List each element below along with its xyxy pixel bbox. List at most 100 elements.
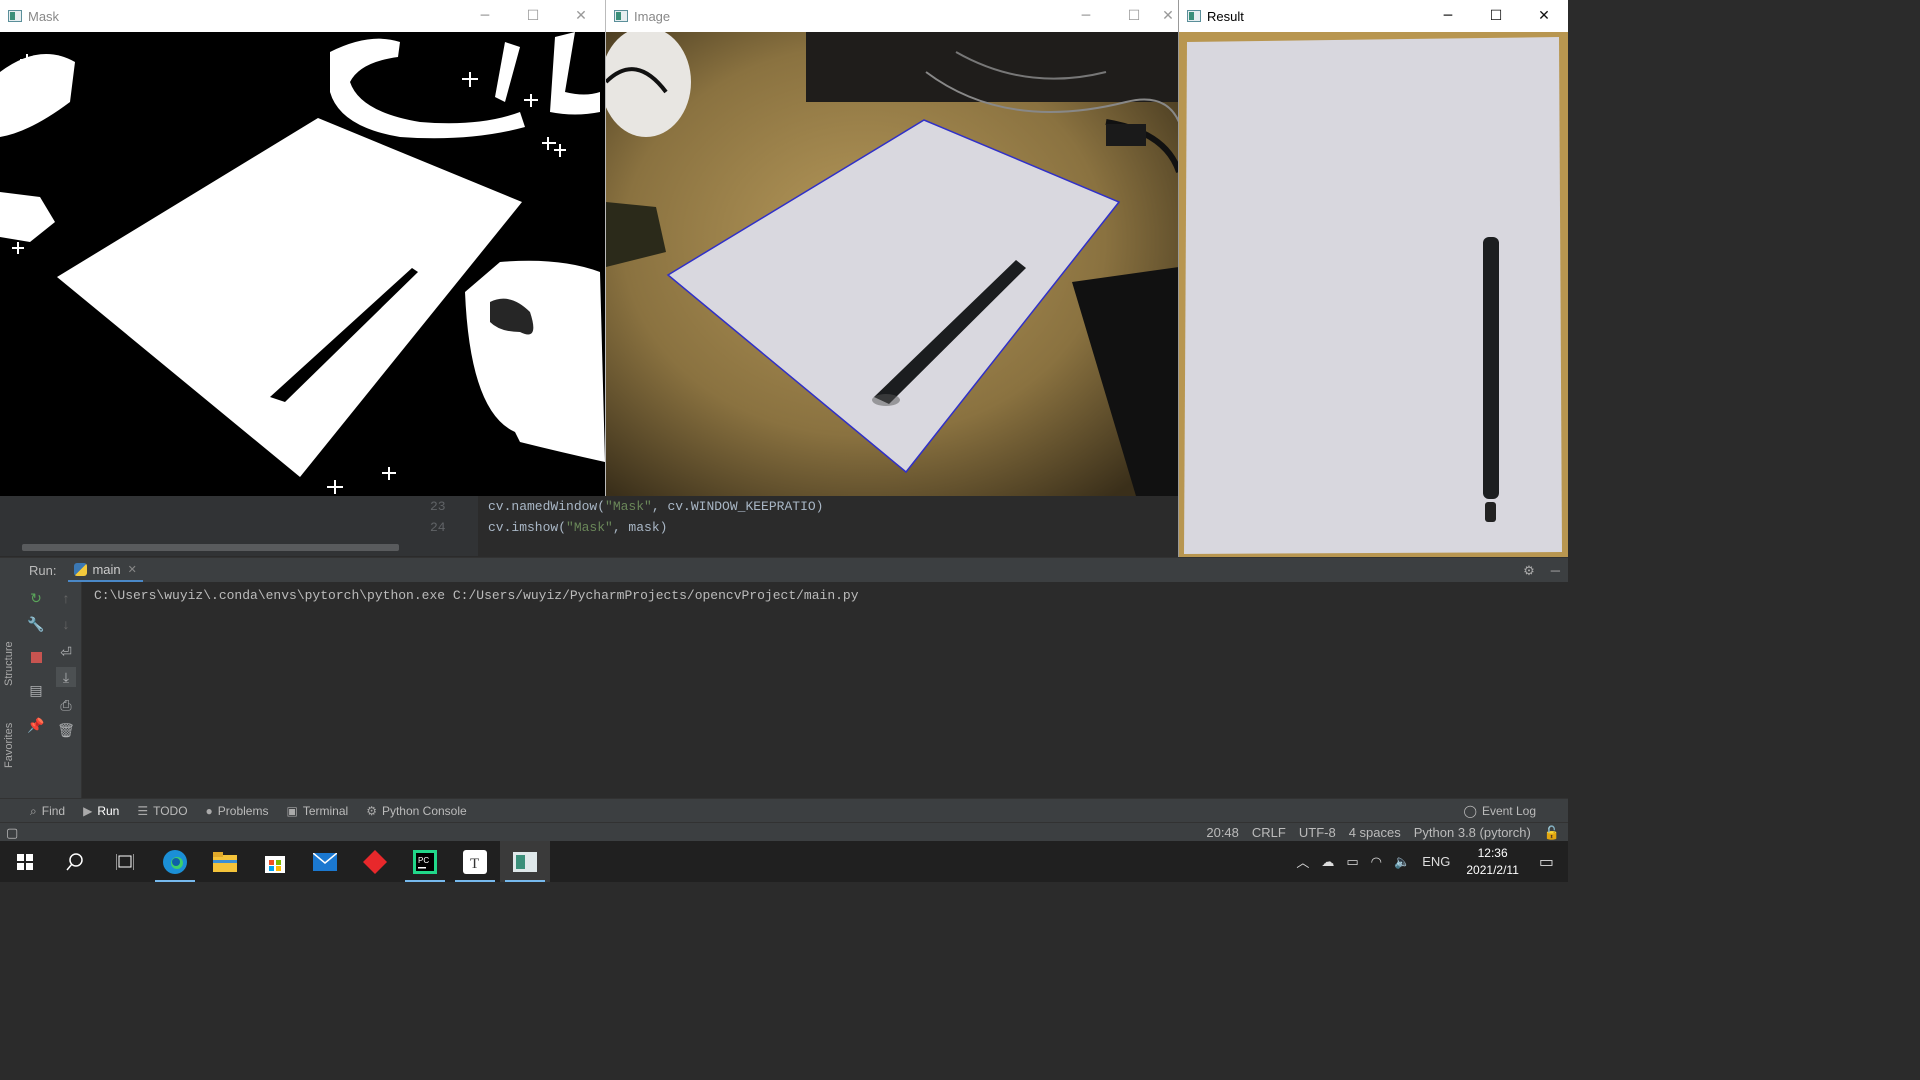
code-editor[interactable]: 23 24 cv.namedWindow("Mask", cv.WINDOW_K…: [0, 496, 1178, 556]
battery-icon[interactable]: ▭: [1346, 854, 1358, 870]
clock-time: 12:36: [1477, 845, 1508, 860]
indent-setting[interactable]: 4 spaces: [1349, 825, 1401, 840]
code-line[interactable]: cv.imshow("Mask", mask): [488, 517, 823, 538]
svg-text:PC: PC: [418, 856, 429, 865]
mask-window-title: Mask: [28, 8, 60, 24]
image-window: Image ─ ☐ ✕: [605, 0, 1178, 496]
close-icon[interactable]: ✕: [1520, 0, 1568, 32]
window-app-icon: [1187, 10, 1201, 22]
mask-titlebar[interactable]: Mask ─ ☐ ✕: [0, 0, 605, 32]
minimize-icon[interactable]: ─: [1424, 0, 1472, 32]
problems-tab[interactable]: ● Problems: [206, 804, 269, 818]
pycharm-app[interactable]: PC: [400, 841, 450, 882]
trash-icon[interactable]: 🗑: [56, 720, 76, 740]
todo-tab[interactable]: ☰ TODO: [137, 804, 187, 818]
close-tab-icon[interactable]: ✕: [128, 563, 137, 576]
line-gutter: 23 24: [425, 496, 478, 556]
search-icon: ⌕: [30, 803, 37, 818]
tool-window-bar: ⌕ Find ▶ Run ☰ TODO ● Problems ▣ Terminal ⚙ Py…: [0, 798, 1568, 823]
task-view-icon: [116, 853, 134, 870]
hide-icon[interactable]: ─: [1551, 563, 1560, 578]
run-tab-label: Run: [97, 804, 120, 818]
image-titlebar[interactable]: Image ─ ☐ ✕: [606, 0, 1178, 32]
structure-tab[interactable]: Structure: [3, 641, 15, 686]
run-console[interactable]: C:\Users\wuyiz\.conda\envs\pytorch\pytho…: [82, 582, 1568, 798]
maximize-icon[interactable]: ☐: [1110, 0, 1158, 32]
lock-icon[interactable]: 🔓: [1544, 825, 1560, 841]
rerun-icon[interactable]: ↻: [26, 588, 46, 608]
code-line[interactable]: cv.namedWindow("Mask", cv.WINDOW_KEEPRAT…: [488, 496, 823, 517]
start-button[interactable]: [0, 841, 50, 882]
close-icon[interactable]: ✕: [1158, 0, 1178, 32]
windows-logo-icon: [17, 853, 33, 870]
svg-text:T: T: [470, 856, 479, 872]
wrench-icon[interactable]: 🔧: [26, 614, 46, 634]
python-interpreter[interactable]: Python 3.8 (pytorch): [1414, 825, 1531, 840]
run-toolbar: ↻ 🔧 ▤ 📌: [22, 582, 51, 798]
mail-app[interactable]: [300, 841, 350, 882]
pycharm-icon: PC: [413, 849, 437, 874]
windows-taskbar: PC T ︿ ☁ ▭ ◠ 🔈 ENG 12:36 2021/2/11 ▭: [0, 841, 1568, 882]
layout-icon[interactable]: ▤: [26, 680, 46, 700]
play-icon: ▶: [83, 804, 93, 818]
red-diamond-app[interactable]: [350, 841, 400, 882]
minimize-icon[interactable]: ─: [461, 0, 509, 32]
up-arrow-icon[interactable]: ↑: [56, 588, 76, 608]
panel-toggle-icon[interactable]: ▢: [6, 825, 18, 841]
edge-app[interactable]: [150, 841, 200, 882]
onedrive-icon[interactable]: ☁: [1321, 854, 1334, 870]
typora-app[interactable]: T: [450, 841, 500, 882]
print-icon[interactable]: ⎙: [56, 695, 76, 715]
wifi-icon[interactable]: ◠: [1371, 854, 1382, 870]
file-encoding[interactable]: UTF-8: [1299, 825, 1336, 840]
run-tab-main[interactable]: main ✕: [68, 558, 143, 583]
file-explorer-app[interactable]: [200, 841, 250, 882]
terminal-tab[interactable]: ▣ Terminal: [286, 804, 348, 818]
line-separator[interactable]: CRLF: [1252, 825, 1286, 840]
mask-image: [0, 32, 605, 496]
code-text: cv.imshow(: [488, 520, 567, 535]
line-number: 24: [430, 520, 446, 535]
project-panel: [0, 496, 425, 556]
close-icon[interactable]: ✕: [557, 0, 605, 32]
chevron-up-icon[interactable]: ︿: [1296, 852, 1309, 871]
maximize-icon[interactable]: ☐: [509, 0, 557, 32]
store-app[interactable]: [250, 841, 300, 882]
event-log-icon: ◯: [1463, 804, 1477, 818]
soft-wrap-icon[interactable]: ⏎: [56, 642, 76, 662]
minimize-icon[interactable]: ─: [1062, 0, 1110, 32]
gear-icon[interactable]: ⚙: [1523, 563, 1535, 579]
event-log-tab[interactable]: ◯ Event Log: [1464, 804, 1536, 818]
python-console-tab-label: Python Console: [381, 804, 467, 818]
run-label: Run:: [29, 563, 57, 578]
result-titlebar[interactable]: Result ─ ☐ ✕: [1179, 0, 1568, 32]
list-icon: ☰: [137, 804, 149, 818]
notification-icon[interactable]: ▭: [1539, 852, 1554, 872]
input-language[interactable]: ENG: [1422, 854, 1450, 869]
volume-icon[interactable]: 🔈: [1394, 854, 1410, 870]
find-tab[interactable]: ⌕ Find: [30, 804, 65, 819]
stop-icon[interactable]: [26, 647, 46, 667]
scroll-to-end-icon[interactable]: ⤓: [56, 667, 76, 687]
folder-icon: [213, 851, 237, 872]
horizontal-scrollbar[interactable]: [22, 544, 399, 551]
run-tab[interactable]: ▶ Run: [83, 804, 119, 818]
favorites-tab[interactable]: Favorites: [3, 723, 15, 768]
task-view-button[interactable]: [100, 841, 150, 882]
typora-icon: T: [463, 849, 487, 874]
opencv-viewer-app[interactable]: [500, 841, 550, 882]
maximize-icon[interactable]: ☐: [1472, 0, 1520, 32]
caret-position[interactable]: 20:48: [1206, 825, 1239, 840]
todo-tab-label: TODO: [153, 804, 188, 818]
python-icon: [74, 562, 88, 576]
info-icon: ●: [205, 804, 213, 818]
down-arrow-icon[interactable]: ↓: [56, 614, 76, 634]
python-console-icon: ⚙: [366, 804, 377, 818]
image-window-title: Image: [634, 8, 671, 24]
pin-icon[interactable]: 📌: [26, 715, 46, 735]
terminal-icon: ▣: [286, 804, 298, 818]
store-icon: [265, 855, 285, 873]
clock[interactable]: 12:36 2021/2/11: [1466, 845, 1519, 879]
search-button[interactable]: [50, 841, 100, 882]
python-console-tab[interactable]: ⚙ Python Console: [366, 804, 467, 818]
